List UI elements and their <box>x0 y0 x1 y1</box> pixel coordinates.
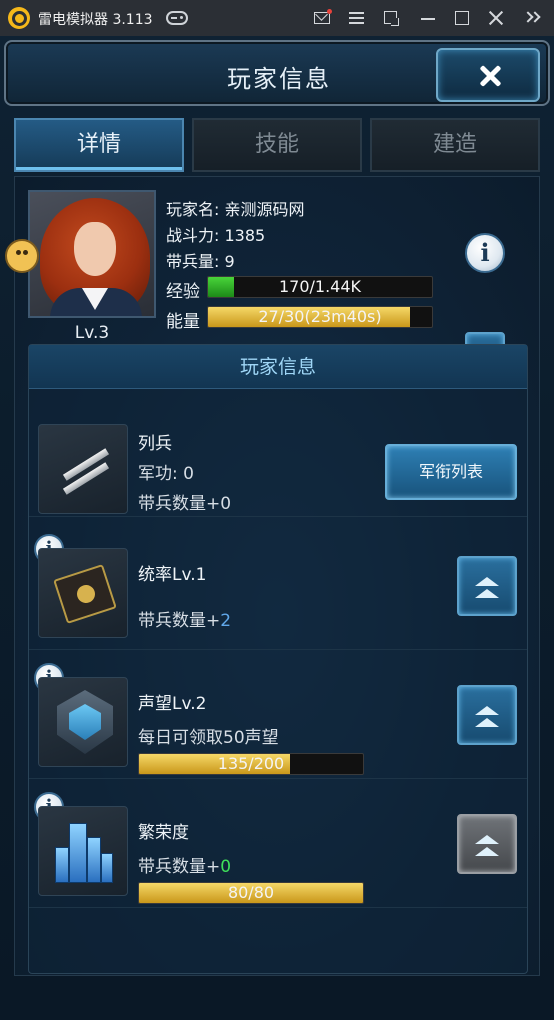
maximize-icon[interactable] <box>452 8 472 28</box>
section-title: 玩家信息 <box>29 345 527 389</box>
prosperity-bonus-value: 0 <box>220 857 232 877</box>
prestige-shield-icon <box>38 677 128 767</box>
game-screen: 玩家信息 详情 技能 建造 Lv.3 玩家名: 亲测源码网 战斗力: 1385 … <box>0 36 554 1020</box>
rank-troop-bonus: 带兵数量+0 <box>138 494 232 514</box>
game-header: 玩家信息 <box>4 40 550 106</box>
energy-bar: 27/30(23m40s) <box>207 306 433 328</box>
command-troop-bonus: 带兵数量+2 <box>138 606 231 631</box>
expand-icon[interactable] <box>522 8 542 28</box>
menu-icon[interactable] <box>346 8 366 28</box>
prosperity-title: 繁荣度 <box>138 823 189 843</box>
tab-details[interactable]: 详情 <box>14 118 184 172</box>
emulator-title: 雷电模拟器 3.113 <box>38 12 153 28</box>
prestige-title: 声望Lv.2 <box>138 694 207 714</box>
cat-mascot-icon[interactable] <box>5 239 39 273</box>
rank-list-button[interactable]: 军衔列表 <box>385 444 517 500</box>
prosperity-bonus-label: 带兵数量+ <box>138 857 221 877</box>
details-panel: Lv.3 玩家名: 亲测源码网 战斗力: 1385 带兵量: 9 经验 170/… <box>5 176 540 976</box>
player-info-section: 玩家信息 列兵 军功: 0 带兵数量+0 军衔列表 i 统率Lv.1 带兵数量+… <box>28 344 528 974</box>
prestige-row: i 声望Lv.2 每日可领取50声望 135/200 <box>29 651 527 779</box>
troop-capacity: 带兵量: 9 <box>166 252 235 271</box>
app-logo-icon <box>8 7 30 29</box>
merit-text: 军功: 0 <box>138 464 194 484</box>
exp-bar: 170/1.44K <box>207 276 433 298</box>
prosperity-city-icon <box>38 806 128 896</box>
prestige-bar: 135/200 <box>138 753 364 775</box>
command-bonus-label: 带兵数量+ <box>138 611 221 631</box>
tab-bar: 详情 技能 建造 <box>14 118 540 172</box>
chevron-up-icon <box>475 577 499 586</box>
prosperity-bar: 80/80 <box>138 882 364 904</box>
rank-row: 列兵 军功: 0 带兵数量+0 军衔列表 <box>29 389 527 517</box>
command-upgrade-button[interactable] <box>457 556 517 616</box>
prosperity-value: 80/80 <box>227 883 275 902</box>
emulator-titlebar: 雷电模拟器 3.113 <box>0 0 554 36</box>
command-row: i 统率Lv.1 带兵数量+2 <box>29 522 527 650</box>
combat-power: 战斗力: 1385 <box>166 226 266 245</box>
exp-label: 经验 <box>166 282 200 302</box>
restore-icon[interactable] <box>381 8 401 28</box>
energy-value: 27/30(23m40s) <box>258 307 382 326</box>
prosperity-troop-bonus: 带兵数量+0 <box>138 852 231 877</box>
command-book-icon <box>38 548 128 638</box>
gamepad-icon[interactable] <box>166 11 188 25</box>
close-button[interactable] <box>436 48 540 102</box>
player-level: Lv.3 <box>74 323 110 343</box>
window-close-icon[interactable] <box>486 8 506 28</box>
profile-info-button[interactable]: i <box>465 233 505 273</box>
exp-value: 170/1.44K <box>278 277 362 296</box>
command-bonus-value: 2 <box>220 611 232 631</box>
energy-label: 能量 <box>166 312 200 332</box>
chevron-up-icon <box>475 706 499 715</box>
prosperity-row: i 繁荣度 带兵数量+0 80/80 <box>29 780 527 908</box>
chevron-up-icon <box>475 835 499 844</box>
tab-build[interactable]: 建造 <box>370 118 540 172</box>
prestige-value: 135/200 <box>217 754 285 773</box>
player-name: 玩家名: 亲测源码网 <box>166 200 305 219</box>
command-title: 统率Lv.1 <box>138 565 207 585</box>
prestige-daily-text: 每日可领取50声望 <box>138 728 279 748</box>
mail-icon[interactable] <box>312 8 332 28</box>
avatar[interactable] <box>28 190 156 318</box>
tab-skills[interactable]: 技能 <box>192 118 362 172</box>
rank-stripes-icon <box>38 424 128 514</box>
rank-title: 列兵 <box>138 434 172 454</box>
minimize-icon[interactable] <box>418 8 438 28</box>
prosperity-upgrade-button[interactable] <box>457 814 517 874</box>
prestige-upgrade-button[interactable] <box>457 685 517 745</box>
